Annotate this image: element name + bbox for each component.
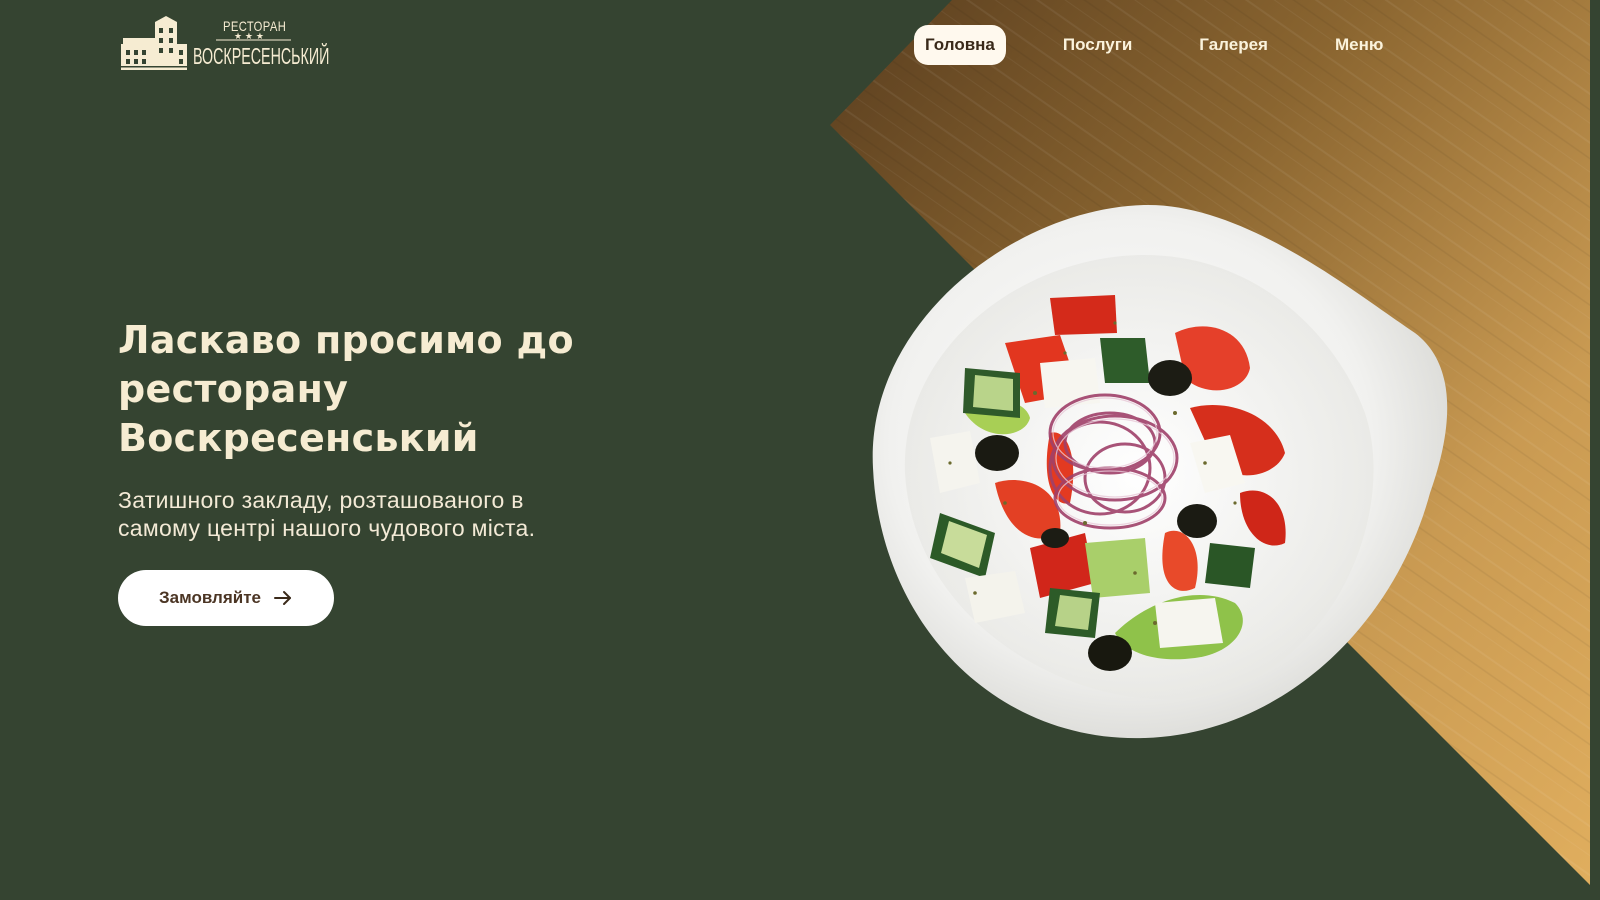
- scrollbar-track[interactable]: [1590, 0, 1600, 900]
- logo-name-text: ВОСКРЕСЕНСЬКИЙ: [193, 43, 330, 69]
- order-button-label: Замовляйте: [158, 588, 262, 607]
- nav-item-services[interactable]: Послуги: [1052, 25, 1143, 65]
- nav-item-gallery[interactable]: Галерея: [1188, 25, 1279, 65]
- logo[interactable]: РЕСТОРАН ★ ★ ★ ВОСКРЕСЕНСЬКИЙ: [121, 14, 329, 74]
- nav-item-home[interactable]: Головна: [914, 25, 1006, 65]
- hero-title: Ласкаво просимо до ресторану Воскресенсь…: [118, 316, 678, 463]
- order-button[interactable]: Замовляйте: [118, 570, 334, 626]
- logo-stars: ★ ★ ★: [234, 32, 264, 42]
- hero-subtitle-line: самому центрі нашого чудового міста.: [118, 515, 536, 541]
- hero-subtitle: Затишного закладу, розташованого в самом…: [118, 486, 678, 542]
- hero-section: Ласкаво просимо до ресторану Воскресенсь…: [118, 316, 678, 542]
- hero-title-line: Воскресенський: [118, 416, 479, 460]
- landing-page: РЕСТОРАН ★ ★ ★ ВОСКРЕСЕНСЬКИЙ Головна По…: [0, 0, 1600, 900]
- main-nav: Головна Послуги Галерея Меню: [914, 25, 1394, 65]
- hero-subtitle-line: Затишного закладу, розташованого в: [118, 487, 524, 513]
- nav-item-menu[interactable]: Меню: [1324, 25, 1394, 65]
- greek-salad-image: [872, 204, 1448, 739]
- hero-title-line: Ласкаво просимо до: [118, 318, 574, 362]
- arrow-right-icon: [274, 591, 292, 605]
- hero-title-line: ресторану: [118, 367, 349, 411]
